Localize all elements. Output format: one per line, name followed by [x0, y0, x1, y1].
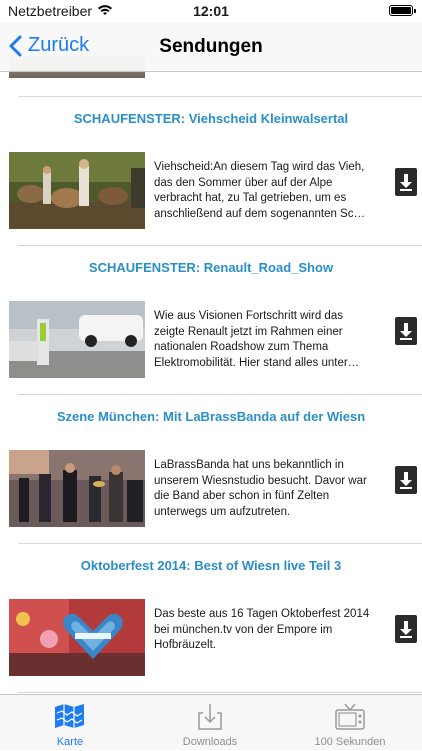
download-tray-icon: [198, 704, 222, 730]
status-bar: Netzbetreiber 12:01: [0, 0, 422, 22]
item-description: Viehscheid:An diesem Tag wird das Vieh, …: [154, 161, 365, 220]
tab-bar: Karte Downloads 100 Sekunden: [0, 694, 422, 750]
download-arrow-icon: [400, 174, 412, 191]
tab-label: Karte: [56, 736, 84, 748]
list-item[interactable]: SCHAUFENSTER: Viehscheid Kleinwalsertal …: [0, 96, 422, 245]
page-title: Sendungen: [159, 36, 263, 57]
item-description: Wie aus Visionen Fortschritt wird das ze…: [154, 310, 360, 369]
item-title[interactable]: SCHAUFENSTER: Renault_Road_Show: [0, 260, 422, 275]
download-arrow-icon: [400, 621, 412, 638]
download-button[interactable]: [395, 168, 417, 196]
download-button[interactable]: [395, 615, 417, 643]
tab-karte[interactable]: Karte: [0, 695, 140, 751]
tv-icon: [335, 703, 365, 730]
download-button[interactable]: [395, 317, 417, 345]
item-title[interactable]: Szene München: Mit LaBrassBanda auf der …: [0, 409, 422, 424]
download-button[interactable]: [395, 466, 417, 494]
navigation-bar: Zurück Sendungen: [0, 22, 422, 72]
clock: 12:01: [193, 3, 229, 19]
separator: [18, 96, 422, 97]
map-icon: [55, 704, 84, 728]
tab-label: 100 Sekunden: [314, 736, 386, 748]
separator: [18, 543, 422, 544]
item-thumbnail[interactable]: [9, 599, 145, 676]
tab-100-sekunden[interactable]: 100 Sekunden: [280, 695, 420, 751]
list-item[interactable]: Szene München: Mit LaBrassBanda auf der …: [0, 394, 422, 543]
list-item[interactable]: Oktoberfest 2014: Best of Wiesn live Tei…: [0, 543, 422, 692]
video-list[interactable]: SCHAUFENSTER: Viehscheid Kleinwalsertal …: [0, 0, 422, 694]
download-arrow-icon: [400, 323, 412, 340]
tab-label: Downloads: [182, 736, 238, 748]
item-title[interactable]: SCHAUFENSTER: Viehscheid Kleinwalsertal: [0, 111, 422, 126]
separator: [18, 394, 422, 395]
separator: [18, 692, 422, 693]
separator: [18, 245, 422, 246]
item-description: Das beste aus 16 Tagen Oktoberfest 2014 …: [154, 608, 370, 651]
item-description: LaBrassBanda hat uns bekanntlich in unse…: [154, 459, 367, 518]
download-arrow-icon: [400, 472, 412, 489]
item-thumbnail[interactable]: [9, 301, 145, 378]
item-thumbnail[interactable]: [9, 152, 145, 229]
tab-downloads[interactable]: Downloads: [140, 695, 280, 751]
item-thumbnail[interactable]: [9, 450, 145, 527]
battery-icon: [389, 5, 416, 16]
list-item[interactable]: SCHAUFENSTER: Renault_Road_Show Wie aus …: [0, 245, 422, 394]
item-title[interactable]: Oktoberfest 2014: Best of Wiesn live Tei…: [0, 558, 422, 573]
